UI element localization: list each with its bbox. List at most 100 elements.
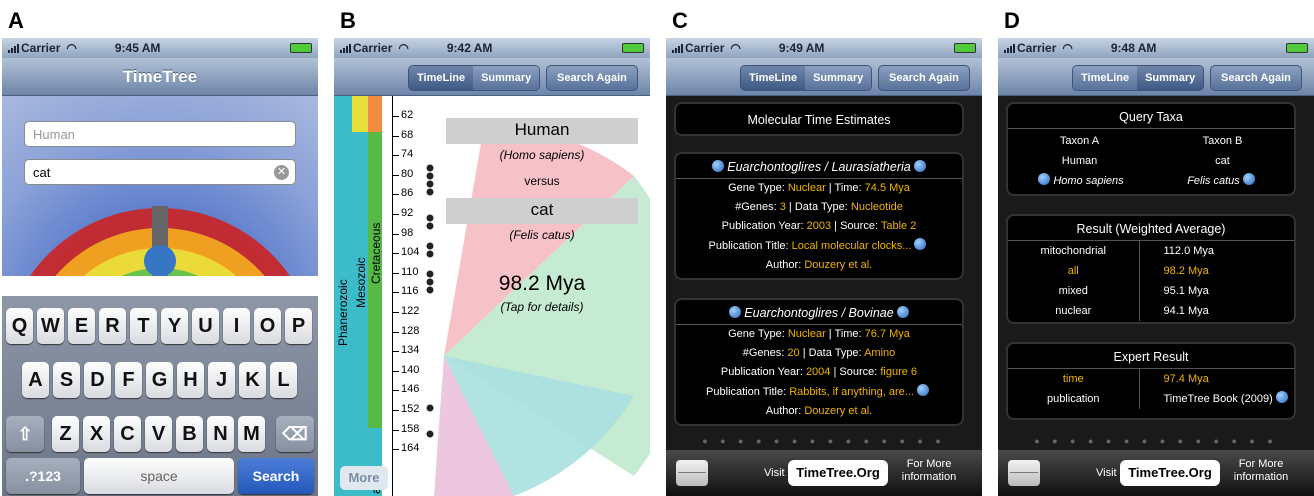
battery-icon <box>1286 43 1308 53</box>
phone-screen: Carrier ◠ 9:42 AM TimeLine Summary Searc… <box>334 38 650 496</box>
globe-icon[interactable] <box>896 306 909 318</box>
key-r[interactable]: R <box>99 308 126 344</box>
key-o[interactable]: O <box>254 308 281 344</box>
tab-summary[interactable]: Summary <box>1137 66 1204 90</box>
page-indicator[interactable]: ● ● ● ● ● ● ● ● ● ● ● ● ● ● <box>666 436 982 446</box>
search-again-button[interactable]: Search Again <box>546 65 638 91</box>
tab-timeline[interactable]: TimeLine <box>409 66 474 90</box>
wifi-icon: ◠ <box>1062 41 1073 55</box>
expert-row: publication TimeTree Book (2009) <box>1008 389 1294 409</box>
key-v[interactable]: V <box>145 416 172 452</box>
key-j[interactable]: J <box>208 362 235 398</box>
tab-timeline[interactable]: TimeLine <box>1073 66 1138 90</box>
mail-icon[interactable] <box>676 460 708 486</box>
globe-icon[interactable] <box>913 160 926 172</box>
key-p[interactable]: P <box>285 308 312 344</box>
footer-bar: ● ● ● ● ● ● ● ● ● ● ● ● ● ● Visit TimeTr… <box>998 436 1314 496</box>
expert-result-card: Expert Result time 97.4 Mya publication Ti… <box>1006 342 1296 420</box>
globe-icon[interactable] <box>1275 391 1288 403</box>
carrier-label: Carrier <box>21 41 61 55</box>
status-time: 9:49 AM <box>778 41 825 55</box>
taxon-a-input[interactable]: Human <box>24 121 296 147</box>
tap-for-details-hint: (Tap for details) <box>500 300 584 314</box>
key-n[interactable]: N <box>207 416 234 452</box>
globe-icon[interactable] <box>1242 173 1255 185</box>
card-title: Euarchontoglires / Bovinae <box>676 300 962 325</box>
key-f[interactable]: F <box>115 362 142 398</box>
versus-label: versus <box>524 174 560 188</box>
status-time: 9:42 AM <box>446 41 493 55</box>
key-q[interactable]: Q <box>6 308 33 344</box>
key-u[interactable]: U <box>192 308 219 344</box>
globe-icon[interactable] <box>1038 173 1051 185</box>
key-m[interactable]: M <box>238 416 265 452</box>
globe-icon[interactable] <box>712 160 725 172</box>
timetree-site-button[interactable]: TimeTree.Org <box>788 460 888 486</box>
result-card: Result (Weighted Average) mitochondrial 1… <box>1006 214 1296 324</box>
status-time: 9:45 AM <box>114 41 161 55</box>
taxon-b-input[interactable]: cat ✕ <box>24 159 296 185</box>
panel-b: B Carrier ◠ 9:42 AM TimeLine Summary Sea… <box>334 0 650 496</box>
key-d[interactable]: D <box>84 362 111 398</box>
section-title: Molecular Time Estimates <box>747 113 891 127</box>
status-bar: Carrier ◠ 9:49 AM <box>666 38 982 58</box>
view-segmented-control: TimeLine Summary <box>1072 65 1205 91</box>
key-t[interactable]: T <box>130 308 157 344</box>
shift-key[interactable]: ⇧ <box>6 416 44 452</box>
phone-screen: Carrier ◠ 9:49 AM TimeLine Summary Searc… <box>666 38 982 496</box>
key-h[interactable]: H <box>177 362 204 398</box>
publication-link[interactable]: Local molecular clocks... <box>792 240 912 252</box>
status-bar: Carrier ◠ 9:42 AM <box>334 38 650 58</box>
tab-timeline[interactable]: TimeLine <box>741 66 806 90</box>
key-i[interactable]: I <box>223 308 250 344</box>
key-g[interactable]: G <box>146 362 173 398</box>
globe-icon[interactable] <box>916 384 929 396</box>
key-x[interactable]: X <box>83 416 110 452</box>
divergence-estimate[interactable]: 98.2 Mya <box>446 272 638 296</box>
nav-bar: TimeLine Summary Search Again <box>334 58 650 96</box>
phone-screen: Carrier ◠ 9:48 AM TimeLine Summary Searc… <box>998 38 1314 496</box>
nav-bar: TimeTree <box>2 58 318 96</box>
estimate-card: Euarchontoglires / Bovinae Gene Type: Nu… <box>674 298 964 426</box>
taxon-b-scientific: (Felis catus) <box>509 228 575 242</box>
tab-summary[interactable]: Summary <box>805 66 872 90</box>
page-indicator[interactable]: ● ● ● ● ● ● ● ● ● ● ● ● ● ● <box>998 436 1314 446</box>
panel-label: D <box>1004 8 1020 33</box>
key-b[interactable]: B <box>176 416 203 452</box>
search-again-button[interactable]: Search Again <box>1210 65 1302 91</box>
key-s[interactable]: S <box>53 362 80 398</box>
view-segmented-control: TimeLine Summary <box>740 65 873 91</box>
key-y[interactable]: Y <box>161 308 188 344</box>
numbers-key[interactable]: .?123 <box>6 458 80 494</box>
key-w[interactable]: W <box>37 308 64 344</box>
estimates-view: Molecular Time Estimates Euarchontoglire… <box>666 96 982 496</box>
backspace-key[interactable]: ⌫ <box>276 416 314 452</box>
key-e[interactable]: E <box>68 308 95 344</box>
source-link[interactable]: figure 6 <box>880 366 917 378</box>
result-row: mixed 95.1 Mya <box>1008 281 1294 301</box>
source-link[interactable]: Table 2 <box>881 220 916 232</box>
clear-icon[interactable]: ✕ <box>274 165 289 180</box>
card-title: Result (Weighted Average) <box>1008 216 1294 241</box>
space-key[interactable]: space <box>84 458 234 494</box>
key-l[interactable]: L <box>270 362 297 398</box>
more-button[interactable]: More <box>340 466 388 490</box>
wifi-icon: ◠ <box>66 41 77 55</box>
key-k[interactable]: K <box>239 362 266 398</box>
panel-label: C <box>672 8 688 33</box>
carrier-label: Carrier <box>353 41 393 55</box>
timetree-site-button[interactable]: TimeTree.Org <box>1120 460 1220 486</box>
carrier-label: Carrier <box>685 41 725 55</box>
tab-summary[interactable]: Summary <box>473 66 540 90</box>
key-c[interactable]: C <box>114 416 141 452</box>
key-a[interactable]: A <box>22 362 49 398</box>
status-bar: Carrier ◠ 9:45 AM <box>2 38 318 58</box>
search-key[interactable]: Search <box>238 458 314 494</box>
result-row: nuclear 94.1 Mya <box>1008 301 1294 321</box>
mail-icon[interactable] <box>1008 460 1040 486</box>
key-z[interactable]: Z <box>52 416 79 452</box>
globe-icon[interactable] <box>914 238 927 250</box>
publication-link[interactable]: Rabbits, if anything, are... <box>789 386 914 398</box>
search-again-button[interactable]: Search Again <box>878 65 970 91</box>
globe-icon[interactable] <box>729 306 742 318</box>
